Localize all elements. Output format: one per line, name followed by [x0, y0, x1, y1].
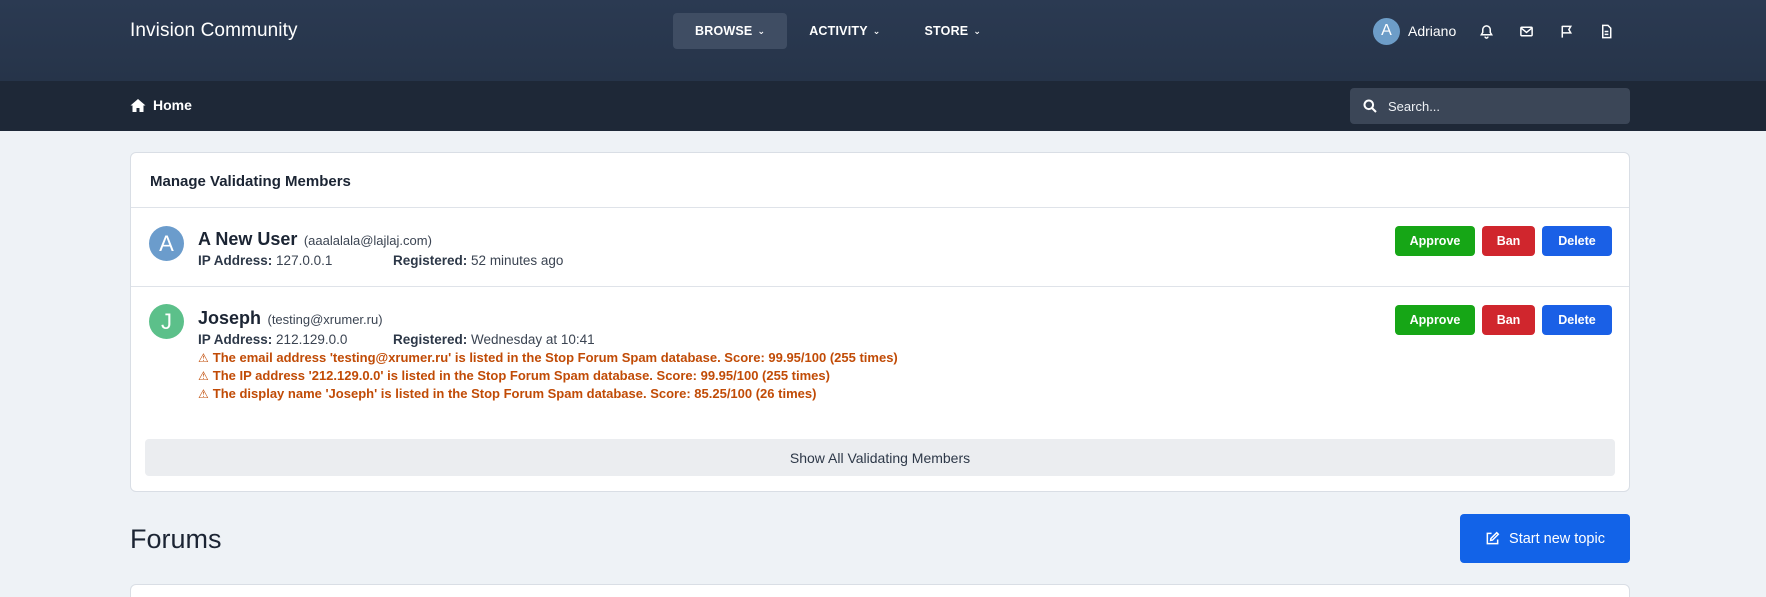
member-meta: IP Address: 127.0.0.1 Registered: 52 min… [198, 253, 563, 268]
ip-value: 212.129.0.0 [276, 332, 348, 347]
spam-warning: ⚠ The display name 'Joseph' is listed in… [198, 386, 898, 401]
chevron-down-icon: ⌄ [757, 25, 766, 36]
approve-button[interactable]: Approve [1395, 305, 1475, 335]
registered-label: Registered: [393, 253, 468, 268]
nav-store[interactable]: STORE ⌄ [903, 13, 1004, 49]
search-input[interactable] [1388, 98, 1618, 114]
search-box[interactable] [1350, 88, 1630, 124]
nav-activity-label: ACTIVITY [809, 24, 868, 38]
registered-value: 52 minutes ago [471, 253, 564, 268]
site-brand[interactable]: Invision Community [130, 20, 298, 42]
ban-button[interactable]: Ban [1482, 226, 1535, 256]
compose-icon [1486, 531, 1500, 545]
member-registered: Registered: 52 minutes ago [393, 253, 563, 268]
user-avatar[interactable]: A [1373, 17, 1400, 45]
delete-button[interactable]: Delete [1542, 305, 1612, 335]
delete-button[interactable]: Delete [1542, 226, 1612, 256]
show-all-validating-button[interactable]: Show All Validating Members [145, 439, 1615, 476]
ip-value: 127.0.0.1 [276, 253, 333, 268]
member-ip: IP Address: 127.0.0.1 [198, 253, 393, 268]
member-meta: IP Address: 212.129.0.0 Registered: Wedn… [198, 332, 898, 347]
nav-browse-label: BROWSE [695, 24, 753, 38]
approve-button[interactable]: Approve [1395, 226, 1475, 256]
user-area: A Adriano [1373, 17, 1638, 45]
search-icon [1363, 99, 1377, 113]
warning-icon: ⚠ [198, 386, 209, 401]
nav-store-label: STORE [924, 24, 969, 38]
chevron-down-icon: ⌄ [872, 25, 881, 36]
page-title: Forums [130, 524, 222, 554]
validating-members-panel: Manage Validating Members A A New User (… [130, 152, 1630, 492]
avatar[interactable]: J [149, 304, 184, 339]
member-name[interactable]: A New User [198, 229, 297, 249]
start-new-topic-button[interactable]: Start new topic [1460, 514, 1630, 563]
member-name[interactable]: Joseph [198, 308, 261, 328]
member-actions: Approve Ban Delete [1395, 305, 1612, 335]
breadcrumb-bar: Home [0, 81, 1766, 131]
warning-icon: ⚠ [198, 368, 209, 383]
chevron-down-icon: ⌄ [973, 25, 982, 36]
spam-warning-text: The email address 'testing@xrumer.ru' is… [212, 350, 898, 365]
envelope-icon[interactable] [1518, 23, 1534, 39]
site-header: Invision Community BROWSE ⌄ ACTIVITY ⌄ S… [0, 0, 1766, 81]
spam-warning-text: The IP address '212.129.0.0' is listed i… [212, 368, 830, 383]
member-info: A New User (aaalalala@lajlaj.com) IP Add… [198, 229, 563, 268]
member-info: Joseph (testing@xrumer.ru) IP Address: 2… [198, 308, 898, 401]
home-icon [130, 98, 146, 112]
document-icon[interactable] [1598, 23, 1614, 39]
registered-label: Registered: [393, 332, 468, 347]
member-registered: Registered: Wednesday at 10:41 [393, 332, 595, 347]
member-row: A A New User (aaalalala@lajlaj.com) IP A… [131, 208, 1629, 287]
ban-button[interactable]: Ban [1482, 305, 1535, 335]
ip-label: IP Address: [198, 332, 273, 347]
registered-value: Wednesday at 10:41 [471, 332, 595, 347]
user-name[interactable]: Adriano [1408, 23, 1456, 39]
bell-icon[interactable] [1478, 23, 1494, 39]
panel-title: Manage Validating Members [131, 153, 1629, 208]
spam-warning-text: The display name 'Joseph' is listed in t… [212, 386, 817, 401]
spam-warning: ⚠ The email address 'testing@xrumer.ru' … [198, 350, 898, 365]
forums-panel [130, 584, 1630, 597]
member-email: (aaalalala@lajlaj.com) [303, 233, 432, 248]
member-row: J Joseph (testing@xrumer.ru) IP Address:… [131, 287, 1629, 415]
nav-activity[interactable]: ACTIVITY ⌄ [787, 13, 902, 49]
start-new-topic-label: Start new topic [1509, 530, 1605, 547]
flag-icon[interactable] [1558, 23, 1574, 39]
breadcrumb-home[interactable]: Home [130, 97, 192, 113]
avatar[interactable]: A [149, 226, 184, 261]
spam-warning: ⚠ The IP address '212.129.0.0' is listed… [198, 368, 898, 383]
member-actions: Approve Ban Delete [1395, 226, 1612, 256]
member-email: (testing@xrumer.ru) [267, 312, 383, 327]
ip-label: IP Address: [198, 253, 273, 268]
warning-icon: ⚠ [198, 350, 209, 365]
nav-browse[interactable]: BROWSE ⌄ [673, 13, 788, 49]
main-nav: BROWSE ⌄ ACTIVITY ⌄ STORE ⌄ [673, 13, 1003, 49]
member-ip: IP Address: 212.129.0.0 [198, 332, 393, 347]
breadcrumb-home-label: Home [153, 97, 192, 113]
